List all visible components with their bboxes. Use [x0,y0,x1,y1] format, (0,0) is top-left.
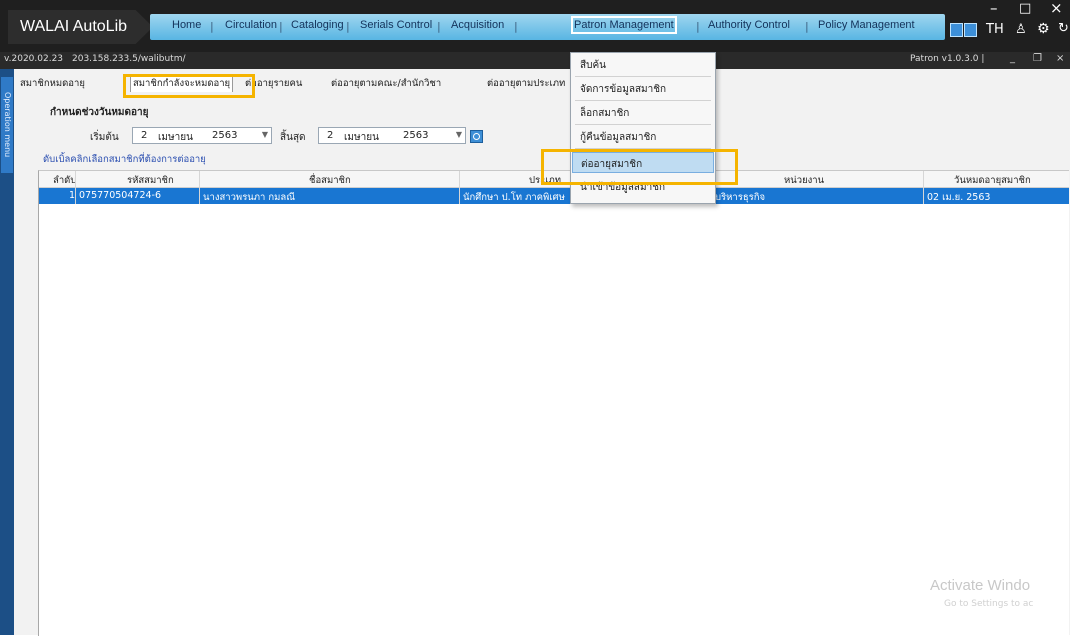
end-date-picker[interactable]: 2 เมษายน 2563 ▼ [318,127,466,144]
maximize-button[interactable]: □ [1019,1,1031,16]
side-rail: Operation menu [0,69,14,635]
operation-menu-tab[interactable]: Operation menu [1,77,13,173]
close-button[interactable]: × [1050,0,1063,17]
chevron-down-icon[interactable]: ▼ [456,130,462,139]
user-icon[interactable]: ♙ [1015,22,1027,37]
menu-separator: | [805,20,809,33]
menu-item-label: ล็อกสมาชิก [580,108,630,119]
row-member-name: นางสาวพรนภา กมลณี [203,192,296,203]
info-bar: v.2020.02.23 203.158.233.5/walibutm/ Pat… [0,52,1070,69]
menu-authority-control[interactable]: Authority Control [708,19,790,31]
column-divider [923,171,924,204]
menu-circulation[interactable]: Circulation [225,19,277,31]
menu-divider [575,148,711,149]
activation-watermark-title: Activate Windo [930,577,1031,594]
menu-serials-control[interactable]: Serials Control [360,19,432,31]
tab-renew-individual[interactable]: ต่ออายุรายคน [245,76,302,91]
column-divider [75,171,76,204]
menu-divider [575,100,711,101]
menu-separator: | [210,20,214,33]
lang-prev-button[interactable] [950,23,963,37]
menu-separator: | [514,20,518,33]
tab-renew-by-type[interactable]: ต่ออายุตามประเภท [487,76,565,91]
activation-watermark-subtitle: Go to Settings to ac [944,599,1034,609]
end-date-label: สิ้นสุด [280,132,306,143]
gear-icon[interactable]: ⚙ [1037,21,1050,37]
tab-expiring-members[interactable]: สมาชิกกำลังจะหมดอายุ [130,74,234,92]
end-month: เมษายน [344,132,379,143]
start-date-label: เริ่มต้น [90,132,119,143]
menu-item-label: จัดการข้อมูลสมาชิก [580,84,667,95]
chevron-down-icon[interactable]: ▼ [262,130,268,139]
row-member-id: 075770504724-6 [79,190,162,201]
menu-separator: | [437,20,441,33]
refresh-icon[interactable]: ↻ [1058,21,1069,36]
module-close-button[interactable]: × [1056,53,1064,64]
menu-item-label: กู้คืนข้อมูลสมาชิก [580,132,657,143]
menu-item-renew-member[interactable]: ต่ออายุสมาชิก [572,152,714,173]
menu-divider [575,124,711,125]
brand-name: WALAI AutoLib [20,18,128,35]
patron-management-dropdown: สืบค้น จัดการข้อมูลสมาชิก ล็อกสมาชิก กู้… [570,52,716,204]
row-department: บริหารธุรกิจ [715,192,766,203]
menu-patron-management[interactable]: Patron Management [571,16,677,34]
menu-divider [575,76,711,77]
menu-separator: | [346,20,350,33]
start-year: 2563 [212,130,238,141]
menu-item-search[interactable]: สืบค้น [572,54,714,75]
module-version-label: Patron v1.0.3.0 | [910,54,985,64]
grid-header: ลำดับ รหัสสมาชิก ชื่อสมาชิก ประเภท หน่วย… [39,171,1069,188]
menu-home[interactable]: Home [172,19,201,31]
table-row[interactable]: 1 075770504724-6 นางสาวพรนภา กมลณี นักศึ… [39,188,1069,204]
brand-logo: WALAI AutoLib [8,10,153,44]
menu-item-label: สืบค้น [580,60,606,71]
menu-item-label: ต่ออายุสมาชิก [581,159,643,170]
menu-cataloging[interactable]: Cataloging [291,19,344,31]
header-no[interactable]: ลำดับ [53,173,76,188]
language-label[interactable]: TH [986,22,1004,37]
menu-acquisition[interactable]: Acquisition [451,19,504,31]
lang-next-button[interactable] [964,23,977,37]
tab-expired-members[interactable]: สมาชิกหมดอายุ [20,76,85,91]
app-window: WALAI AutoLib Home | Circulation | Catal… [0,0,1070,636]
menu-item-label: นำเข้าข้อมูลสมาชิก [580,182,666,193]
search-button[interactable] [470,130,483,143]
tab-renew-by-faculty[interactable]: ต่ออายุตามคณะ/สำนักวิชา [331,76,441,91]
header-member-name[interactable]: ชื่อสมาชิก [309,173,351,188]
member-grid[interactable]: ลำดับ รหัสสมาชิก ชื่อสมาชิก ประเภท หน่วย… [38,170,1069,636]
title-bar: WALAI AutoLib Home | Circulation | Catal… [0,0,1070,52]
menu-separator: | [279,20,283,33]
row-type: นักศึกษา ป.โท ภาคพิเศษ [463,192,565,203]
header-type[interactable]: ประเภท [529,173,561,188]
menu-separator: | [696,20,700,33]
header-expiry-date[interactable]: วันหมดอายุสมาชิก [954,173,1031,188]
expiry-range-label: กำหนดช่วงวันหมดอายุ [50,107,149,118]
end-day: 2 [327,130,334,141]
header-member-id[interactable]: รหัสสมาชิก [127,173,174,188]
main-menu: Home | Circulation | Cataloging | Serial… [150,14,945,40]
row-expiry-date: 02 เม.ย. 2563 [927,192,991,203]
double-click-hint: ดับเบิ้ลคลิกเลือกสมาชิกที่ต้องการต่ออายุ [43,154,206,165]
menu-policy-management[interactable]: Policy Management [818,19,915,31]
version-label: v.2020.02.23 [4,54,64,64]
header-department[interactable]: หน่วยงาน [784,173,824,188]
start-day: 2 [141,130,148,141]
column-divider [199,171,200,204]
column-divider [459,171,460,204]
menu-item-lock-member[interactable]: ล็อกสมาชิก [572,102,714,123]
end-year: 2563 [403,130,429,141]
minimize-button[interactable]: – [990,0,998,17]
start-date-picker[interactable]: 2 เมษายน 2563 ▼ [132,127,272,144]
menu-item-manage-members[interactable]: จัดการข้อมูลสมาชิก [572,78,714,99]
module-minimize-button[interactable]: _ [1010,53,1015,64]
start-month: เมษายน [158,132,193,143]
menu-item-import-members[interactable]: นำเข้าข้อมูลสมาชิก [572,176,714,197]
menu-item-restore-members[interactable]: กู้คืนข้อมูลสมาชิก [572,126,714,147]
server-label: 203.158.233.5/walibutm/ [72,54,186,64]
module-restore-button[interactable]: ❐ [1033,53,1042,64]
